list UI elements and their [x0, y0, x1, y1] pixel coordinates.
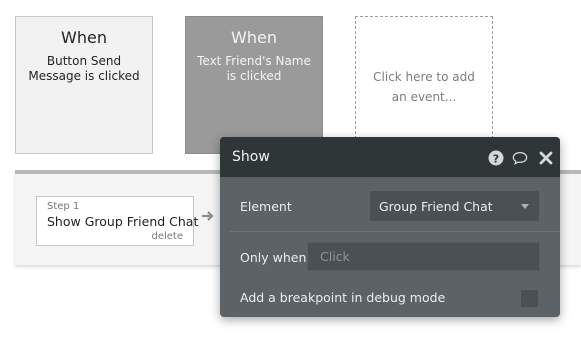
panel-title: Show: [232, 149, 270, 165]
comment-icon[interactable]: [512, 150, 528, 166]
step-name: Show Group Friend Chat: [47, 214, 199, 229]
chevron-down-icon: [521, 204, 529, 209]
add-event-label: Click here to add an event...: [373, 70, 475, 104]
element-label: Element: [240, 199, 292, 214]
svg-text:?: ?: [493, 152, 499, 165]
element-selected-value: Group Friend Chat: [379, 199, 493, 214]
event-title: When: [61, 28, 107, 47]
event-card-friends-name[interactable]: When Text Friend's Name is clicked: [185, 16, 323, 154]
workflow-step[interactable]: Step 1 Show Group Friend Chat delete: [36, 196, 198, 246]
only-when-label: Only when: [240, 250, 307, 265]
arrow-right-icon: [202, 211, 214, 221]
step-delete-link[interactable]: delete: [151, 231, 183, 242]
add-event-card[interactable]: Click here to add an event...: [355, 16, 493, 154]
row-divider: [230, 231, 560, 232]
breakpoint-checkbox[interactable]: [521, 290, 538, 307]
event-description: Text Friend's Name is clicked: [197, 54, 311, 83]
only-when-input[interactable]: [307, 242, 540, 271]
event-description: Button Send Message is clicked: [28, 54, 140, 83]
help-icon[interactable]: ?: [488, 150, 504, 166]
panel-header: Show ?: [220, 137, 560, 177]
close-icon[interactable]: [538, 150, 554, 166]
step-number: Step 1: [47, 201, 80, 212]
breakpoint-label: Add a breakpoint in debug mode: [240, 290, 446, 305]
event-card-send-message[interactable]: When Button Send Message is clicked: [15, 16, 153, 154]
element-dropdown[interactable]: Group Friend Chat: [370, 191, 539, 221]
action-property-panel: Show ? Element Group Friend Chat Only wh…: [220, 137, 560, 317]
event-title: When: [231, 28, 277, 47]
